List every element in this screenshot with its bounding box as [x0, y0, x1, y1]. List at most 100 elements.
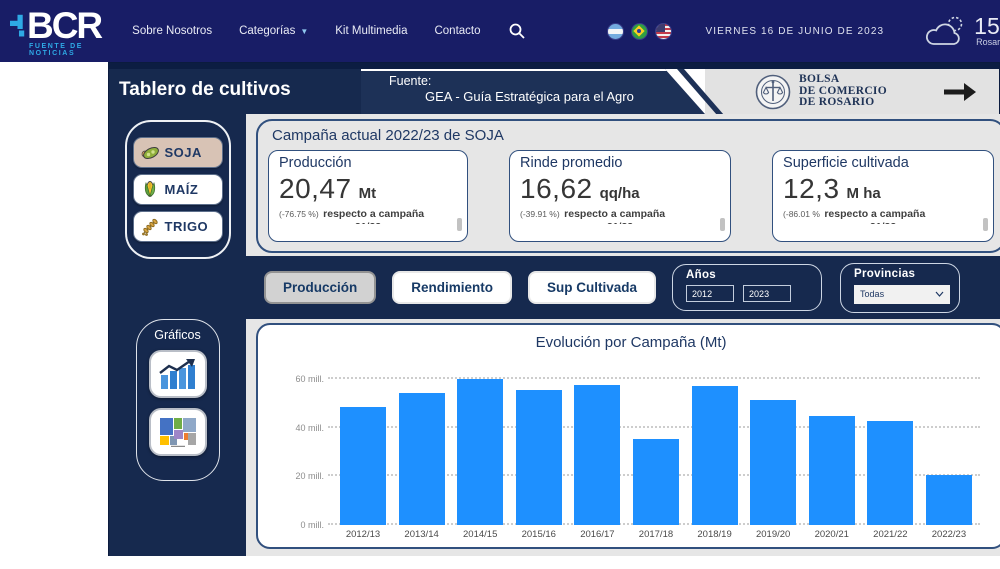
card-scrollbar[interactable]: [720, 218, 725, 231]
kpi-delta: (-39.91 %) respecto a campaña 21/22: [520, 206, 720, 224]
wheat-icon: [140, 217, 160, 236]
year-from-input[interactable]: [686, 285, 734, 302]
treemap-icon: [159, 417, 197, 447]
bar-rect: [867, 421, 913, 526]
language-flags: [607, 23, 672, 40]
kpi-value: 16,62: [520, 173, 593, 205]
tab-produccion[interactable]: Producción: [264, 271, 376, 304]
card-scrollbar[interactable]: [983, 218, 988, 231]
provinces-label: Provincias: [854, 268, 946, 280]
x-axis-tick-label: 2016/17: [574, 529, 620, 540]
kpi-delta: (-76.75 %) respecto a campaña 21/22: [279, 206, 457, 224]
bar-2012-13[interactable]: [340, 367, 386, 525]
bar-rect: [692, 386, 738, 525]
dashboard-panel: BOLSA DE COMERCIO DE ROSARIO Fuente: GEA…: [108, 62, 1000, 556]
provinces-filter-group: Provincias Todas: [840, 263, 960, 313]
year-to-input[interactable]: [743, 285, 791, 302]
weather-widget: 15° Rosario: [924, 14, 1000, 48]
kpi-card-rinde[interactable]: Rinde promedio 16,62 qq/ha (-39.91 %) re…: [509, 150, 731, 242]
crop-button-soja[interactable]: SOJA: [133, 137, 223, 168]
source-banner: Fuente: GEA - Guía Estratégica para el A…: [361, 69, 705, 114]
bar-2018-19[interactable]: [692, 367, 738, 525]
dashboard-header-right: BOLSA DE COMERCIO DE ROSARIO: [705, 69, 999, 114]
kpi-value: 20,47: [279, 173, 352, 205]
bar-2014-15[interactable]: [457, 367, 503, 525]
nav-item-categorias[interactable]: Categorías▼: [239, 25, 308, 37]
kpi-card-title: Rinde promedio: [520, 155, 720, 171]
bar-rect: [516, 390, 562, 525]
bcr-logo-mark-icon: [10, 11, 25, 41]
nav-item-kit-multimedia[interactable]: Kit Multimedia: [335, 25, 407, 37]
kpi-card-superficie[interactable]: Superficie cultivada 12,3 M ha (-86.01 %…: [772, 150, 994, 242]
card-scrollbar[interactable]: [457, 218, 462, 231]
campaign-section-title: Campaña actual 2022/23 de SOJA: [272, 127, 994, 144]
x-axis-tick-label: 2017/18: [633, 529, 679, 540]
tab-sup-cultivada[interactable]: Sup Cultivada: [528, 271, 656, 304]
bar-2019-20[interactable]: [750, 367, 796, 525]
source-label: Fuente:: [389, 74, 705, 88]
temperature-value: 15°: [974, 15, 1000, 37]
bar-rect: [399, 393, 445, 526]
y-axis-tick-label: 20 mill.: [274, 471, 324, 481]
argentina-flag-icon[interactable]: [607, 23, 624, 40]
kpi-card-produccion[interactable]: Producción 20,47 Mt (-76.75 %) respecto …: [268, 150, 468, 242]
chart-title: Evolución por Campaña (Mt): [272, 334, 990, 351]
tab-rendimiento[interactable]: Rendimiento: [392, 271, 512, 304]
x-axis-tick-label: 2018/19: [692, 529, 738, 540]
crop-sidebar: SOJA MAÍZ: [109, 114, 246, 556]
bar-2016-17[interactable]: [574, 367, 620, 525]
bar-chart-view-button[interactable]: [149, 350, 207, 398]
bar-2015-16[interactable]: [516, 367, 562, 525]
bar-rect: [574, 385, 620, 525]
nav-item-contacto[interactable]: Contacto: [434, 25, 480, 37]
bar-2021-22[interactable]: [867, 367, 913, 525]
crop-button-maiz[interactable]: MAÍZ: [133, 174, 223, 205]
provinces-selected-value: Todas: [860, 289, 884, 299]
bar-2017-18[interactable]: [633, 367, 679, 525]
crop-selector-group: SOJA MAÍZ: [125, 120, 231, 259]
crop-button-trigo[interactable]: TRIGO: [133, 211, 223, 242]
xlabels-row: 2012/132013/142014/152015/162016/172017/…: [332, 529, 980, 540]
bar-2013-14[interactable]: [399, 367, 445, 525]
treemap-view-button[interactable]: [149, 408, 207, 456]
controls-strip: Producción Rendimiento Sup Cultivada Año…: [246, 256, 1000, 319]
bar-rect: [633, 439, 679, 525]
bar-chart-plot: 0 mill.20 mill.40 mill.60 mill.: [332, 367, 980, 525]
bar-rect: [750, 400, 796, 525]
x-axis-tick-label: 2019/20: [750, 529, 796, 540]
kpi-delta-campaign: 21/22: [783, 221, 983, 224]
bar-2022-23[interactable]: [926, 367, 972, 525]
banner-top-line: [361, 69, 705, 71]
y-axis-tick-label: 40 mill.: [274, 423, 324, 433]
kpi-delta-campaign: 21/22: [520, 221, 720, 224]
kpi-delta: (-86.01 % respecto a campaña 21/22: [783, 206, 983, 224]
x-axis-tick-label: 2022/23: [926, 529, 972, 540]
bcr-org-logo: BOLSA DE COMERCIO DE ROSARIO: [755, 74, 887, 110]
years-filter-group: Años: [672, 264, 822, 311]
brazil-flag-icon[interactable]: [631, 23, 648, 40]
usa-flag-icon[interactable]: [655, 23, 672, 40]
chevron-down-icon: ▼: [300, 27, 308, 36]
bar-2020-21[interactable]: [809, 367, 855, 525]
weather-city: Rosario: [976, 37, 1000, 47]
kpi-card-title: Superficie cultivada: [783, 155, 983, 171]
bar-growth-icon: [158, 358, 198, 390]
provinces-dropdown[interactable]: Todas: [854, 285, 950, 304]
kpi-delta-pct: (-86.01 %: [783, 209, 820, 219]
page-title: Tablero de cultivos: [119, 79, 291, 101]
crop-label: TRIGO: [165, 219, 209, 234]
date-display: VIERNES 16 DE JUNIO DE 2023: [706, 26, 885, 37]
arrow-right-icon[interactable]: [943, 82, 977, 102]
x-axis-tick-label: 2015/16: [516, 529, 562, 540]
bcr-crops-dashboard-page: BCR FUENTE DE NOTICIAS Sobre Nosotros Ca…: [0, 0, 1000, 569]
chevron-down-icon: [935, 291, 944, 297]
search-icon[interactable]: [509, 23, 525, 39]
crop-label: MAÍZ: [165, 182, 199, 197]
bcr-logo[interactable]: BCR FUENTE DE NOTICIAS: [10, 8, 106, 57]
bar-rect: [457, 379, 503, 525]
nav-item-sobre-nosotros[interactable]: Sobre Nosotros: [132, 25, 212, 37]
kpi-delta-pct: (-76.75 %): [279, 209, 319, 219]
corn-icon: [140, 180, 160, 199]
crop-label: SOJA: [165, 145, 202, 160]
x-axis-tick-label: 2013/14: [399, 529, 445, 540]
